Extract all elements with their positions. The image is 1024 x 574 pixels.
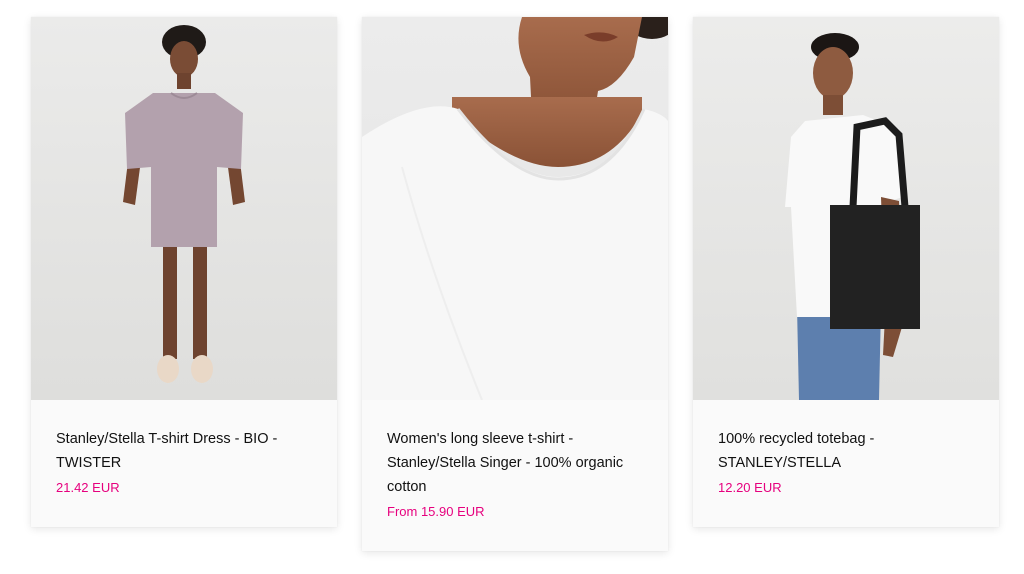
man-totebag-photo xyxy=(693,17,999,400)
woman-dress-photo xyxy=(31,17,337,400)
product-card[interactable]: Stanley/Stella T-shirt Dress - BIO - TWI… xyxy=(31,17,337,527)
product-image[interactable] xyxy=(693,17,999,400)
product-info: Women's long sleeve t-shirt - Stanley/St… xyxy=(362,400,668,551)
product-image[interactable] xyxy=(362,17,668,400)
long-sleeve-tshirt-photo xyxy=(362,17,668,400)
product-price: 21.42 EUR xyxy=(56,480,120,495)
product-title[interactable]: Stanley/Stella T-shirt Dress - BIO - TWI… xyxy=(56,427,312,475)
product-card[interactable]: 100% recycled totebag - STANLEY/STELLA 1… xyxy=(693,17,999,527)
product-info: Stanley/Stella T-shirt Dress - BIO - TWI… xyxy=(31,400,337,527)
product-card[interactable]: Women's long sleeve t-shirt - Stanley/St… xyxy=(362,17,668,551)
product-title[interactable]: 100% recycled totebag - STANLEY/STELLA xyxy=(718,427,974,475)
product-info: 100% recycled totebag - STANLEY/STELLA 1… xyxy=(693,400,999,527)
product-price: From 15.90 EUR xyxy=(387,504,485,519)
product-image[interactable] xyxy=(31,17,337,400)
product-title[interactable]: Women's long sleeve t-shirt - Stanley/St… xyxy=(387,427,643,499)
product-price: 12.20 EUR xyxy=(718,480,782,495)
